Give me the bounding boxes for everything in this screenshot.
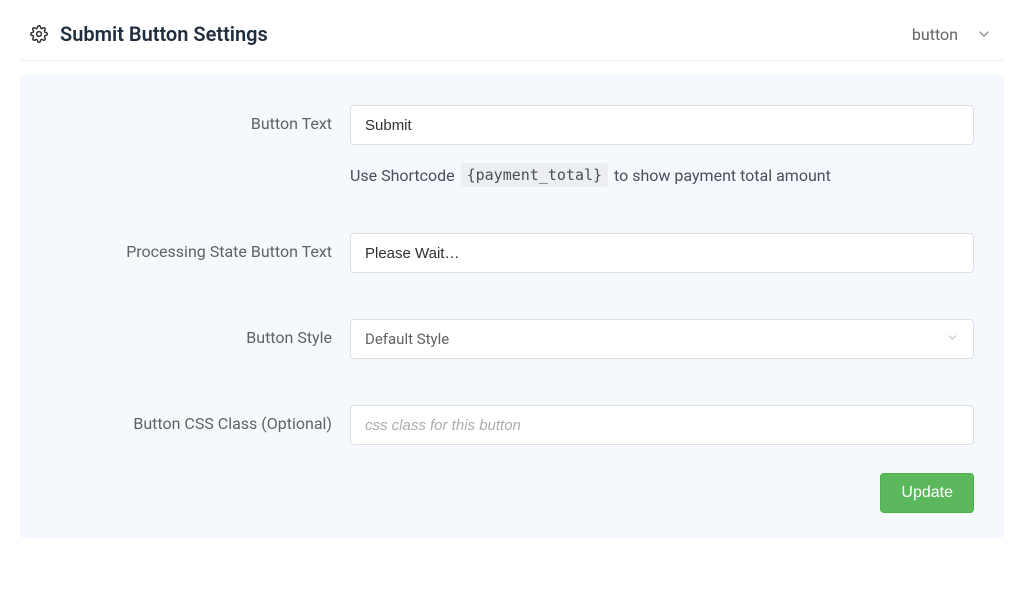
row-button-style: Button Style Default Style xyxy=(50,319,974,359)
panel-header: Submit Button Settings button xyxy=(20,18,1004,61)
element-type-label: button xyxy=(912,25,958,44)
button-style-selected: Default Style xyxy=(365,330,449,348)
row-processing-text: Processing State Button Text xyxy=(50,233,974,273)
chevron-down-icon xyxy=(946,330,959,348)
label-css-class: Button CSS Class (Optional) xyxy=(50,405,350,433)
help-prefix: Use Shortcode xyxy=(350,166,455,185)
css-class-input[interactable] xyxy=(350,405,974,445)
processing-text-input[interactable] xyxy=(350,233,974,273)
panel-actions: Update xyxy=(50,473,974,513)
label-button-style: Button Style xyxy=(50,319,350,347)
shortcode-chip: {payment_total} xyxy=(461,163,608,187)
chevron-down-icon xyxy=(976,26,992,42)
settings-panel: Button Text Use Shortcode {payment_total… xyxy=(20,75,1004,539)
settings-page: Submit Button Settings button Button Tex… xyxy=(0,0,1024,592)
control-processing-text xyxy=(350,233,974,273)
label-button-text: Button Text xyxy=(50,105,350,133)
button-style-select[interactable]: Default Style xyxy=(350,319,974,359)
gear-icon xyxy=(30,25,48,43)
button-text-help: Use Shortcode {payment_total} to show pa… xyxy=(350,163,974,187)
header-left: Submit Button Settings xyxy=(30,22,268,46)
control-button-style: Default Style xyxy=(350,319,974,359)
control-css-class xyxy=(350,405,974,445)
button-text-input[interactable] xyxy=(350,105,974,145)
help-suffix: to show payment total amount xyxy=(614,166,831,185)
update-button[interactable]: Update xyxy=(880,473,974,513)
row-button-text: Button Text Use Shortcode {payment_total… xyxy=(50,105,974,187)
page-title: Submit Button Settings xyxy=(60,22,268,46)
label-processing-text: Processing State Button Text xyxy=(50,233,350,261)
control-button-text: Use Shortcode {payment_total} to show pa… xyxy=(350,105,974,187)
row-css-class: Button CSS Class (Optional) xyxy=(50,405,974,445)
header-right[interactable]: button xyxy=(912,25,998,44)
